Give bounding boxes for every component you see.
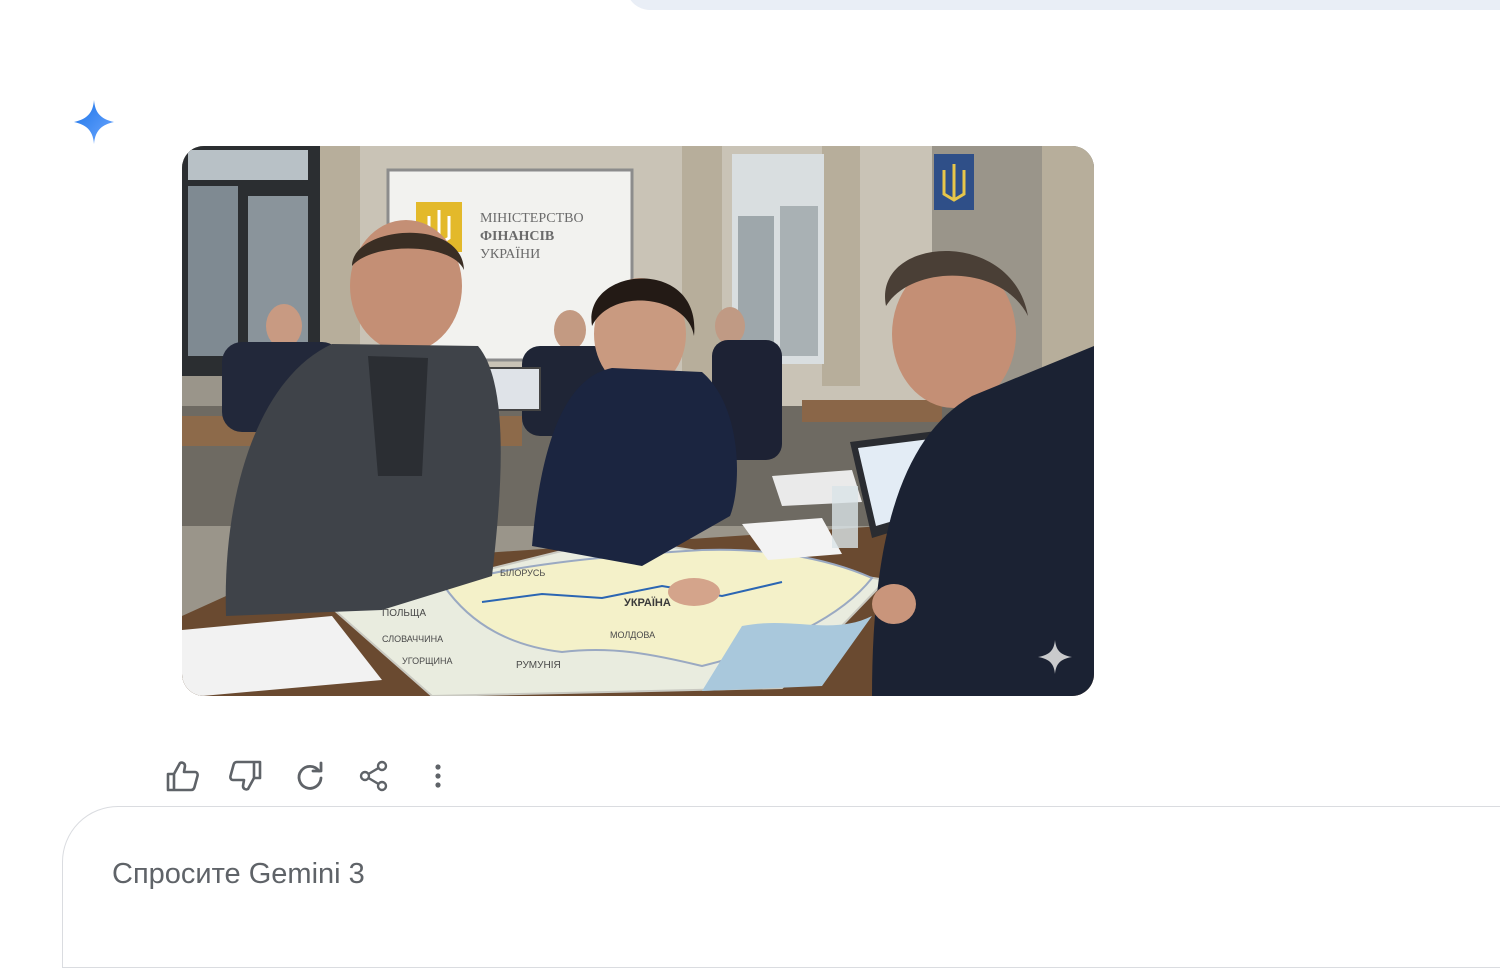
response-actions	[160, 752, 460, 800]
more-vert-icon	[435, 764, 441, 788]
more-options-button[interactable]	[416, 752, 460, 800]
poster-line-2: ФІНАНСІВ	[480, 229, 554, 244]
map-label-ukraine: УКРАЇНА	[624, 596, 671, 609]
map-label-belarus: БІЛОРУСЬ	[500, 568, 545, 578]
previous-user-message-bubble	[626, 0, 1500, 10]
map-label-romania: РУМУНІЯ	[516, 660, 561, 671]
map-label-poland: ПОЛЬЩА	[382, 608, 426, 619]
share-button[interactable]	[352, 752, 396, 800]
thumbs-up-button[interactable]	[160, 752, 204, 800]
gemini-spark-icon	[70, 98, 118, 146]
thumbs-down-button[interactable]	[224, 752, 268, 800]
regenerate-button[interactable]	[288, 752, 332, 800]
sparkle-watermark-icon	[1036, 638, 1074, 676]
share-icon	[359, 760, 388, 792]
thumbs-up-icon	[166, 761, 199, 792]
prompt-input[interactable]	[112, 852, 1112, 896]
generated-image-scene: МІНІСТЕРСТВО ФІНАНСІВ УКРАЇНИ ПОЛЬЩА БІЛ…	[182, 146, 1094, 696]
generated-image[interactable]: МІНІСТЕРСТВО ФІНАНСІВ УКРАЇНИ ПОЛЬЩА БІЛ…	[182, 146, 1094, 696]
regenerate-icon	[297, 761, 323, 790]
map-label-slovakia: СЛОВАЧЧИНА	[382, 634, 443, 644]
poster-line-1: МІНІСТЕРСТВО	[480, 211, 584, 226]
poster-line-3: УКРАЇНИ	[480, 245, 540, 262]
map-label-moldova: МОЛДОВА	[610, 630, 655, 640]
thumbs-down-icon	[229, 760, 262, 791]
map-label-hungary: УГОРЩИНА	[402, 656, 453, 666]
